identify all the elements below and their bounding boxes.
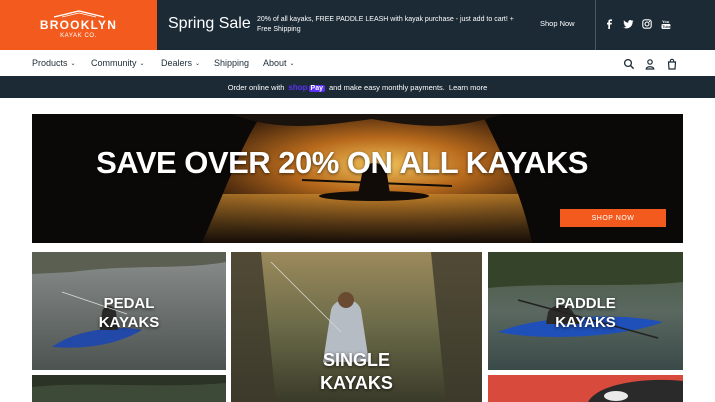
- youtube-icon[interactable]: You Tube: [660, 18, 672, 30]
- tile-image-partial-right: [488, 375, 683, 402]
- nav-shipping[interactable]: Shipping: [214, 57, 249, 69]
- brand-logo[interactable]: BROOKLYN KAYAK CO.: [0, 0, 157, 50]
- tile-label-line2: KAYAKS: [320, 373, 393, 393]
- divider: [595, 0, 596, 50]
- nav-dealers[interactable]: Dealers ⌄: [161, 57, 200, 70]
- brand-subtitle: KAYAK CO.: [60, 33, 97, 39]
- account-icon[interactable]: [644, 57, 656, 70]
- tile-label-paddle: PADDLE KAYAKS: [488, 294, 683, 332]
- category-tile-pedal-kayaks[interactable]: PEDAL KAYAKS: [32, 252, 226, 370]
- instagram-icon[interactable]: [641, 18, 653, 30]
- search-icon[interactable]: [623, 57, 635, 70]
- nav-about[interactable]: About ⌄: [263, 57, 295, 70]
- promo-text: Order online with: [227, 82, 285, 92]
- tile-label-line1: SINGLE: [322, 350, 390, 370]
- brand-name: BROOKLYN: [39, 18, 118, 32]
- sale-description: 20% of all kayaks, FREE PADDLE LEASH wit…: [257, 16, 514, 33]
- chevron-down-icon: ⌄: [70, 61, 76, 67]
- chevron-down-icon: ⌄: [139, 61, 145, 67]
- nav-label: Products: [32, 58, 68, 68]
- tile-label-line2: KAYAKS: [98, 314, 160, 331]
- hero-banner[interactable]: SAVE OVER 20% ON ALL KAYAKS SHOP NOW: [32, 114, 683, 243]
- tile-label-single: SINGLE KAYAKS: [231, 349, 482, 395]
- nav-label: Dealers: [161, 58, 193, 68]
- nav-products[interactable]: Products ⌄: [32, 57, 76, 70]
- nav-label: Shipping: [214, 58, 250, 68]
- category-tile-paddle-kayaks[interactable]: PADDLE KAYAKS: [488, 252, 683, 370]
- tile-image-partial-left: [32, 375, 226, 402]
- category-tile-single-kayaks[interactable]: SINGLE KAYAKS: [231, 252, 482, 402]
- facebook-icon[interactable]: [603, 18, 615, 30]
- promo-text-after: and make easy monthly payments.: [329, 82, 445, 92]
- learn-more-link[interactable]: Learn more: [449, 83, 487, 92]
- tile-label-line1: PEDAL: [103, 295, 155, 312]
- svg-text:Tube: Tube: [662, 25, 670, 29]
- svg-text:You: You: [662, 19, 670, 24]
- tile-label-line2: KAYAKS: [555, 314, 616, 331]
- main-navigation: Products ⌄ Community ⌄ Dealers ⌄ Shipping A…: [0, 50, 715, 76]
- tile-label-line1: PADDLE: [555, 295, 616, 312]
- nav-community[interactable]: Community ⌄: [91, 57, 145, 70]
- nav-label: About: [263, 58, 287, 68]
- shoppay-promo-bar: Order online with shop Pay and make easy …: [0, 76, 715, 98]
- chevron-down-icon: ⌄: [289, 61, 295, 67]
- tile-label-pedal: PEDAL KAYAKS: [32, 294, 226, 332]
- cart-icon[interactable]: [666, 57, 678, 70]
- shoppay-text: shop: [288, 82, 308, 92]
- hero-title: SAVE OVER 20% ON ALL KAYAKS: [96, 145, 588, 180]
- category-tile-partial-right[interactable]: [488, 375, 683, 402]
- nav-label: Community: [91, 58, 137, 68]
- chevron-down-icon: ⌄: [195, 61, 201, 67]
- shoppay-logo: shop Pay: [288, 83, 325, 92]
- shop-now-link[interactable]: Shop Now: [540, 19, 575, 29]
- twitter-icon[interactable]: [622, 18, 634, 30]
- announcement-bar: BROOKLYN KAYAK CO. Spring Sale 20% of al…: [0, 0, 715, 50]
- shoppay-tag: Pay: [308, 84, 325, 92]
- category-tile-partial-left[interactable]: [32, 375, 226, 402]
- sale-title: Spring Sale: [168, 15, 251, 32]
- hero-shop-now-button[interactable]: SHOP NOW: [560, 209, 666, 227]
- logo-roof-icon: [53, 10, 104, 18]
